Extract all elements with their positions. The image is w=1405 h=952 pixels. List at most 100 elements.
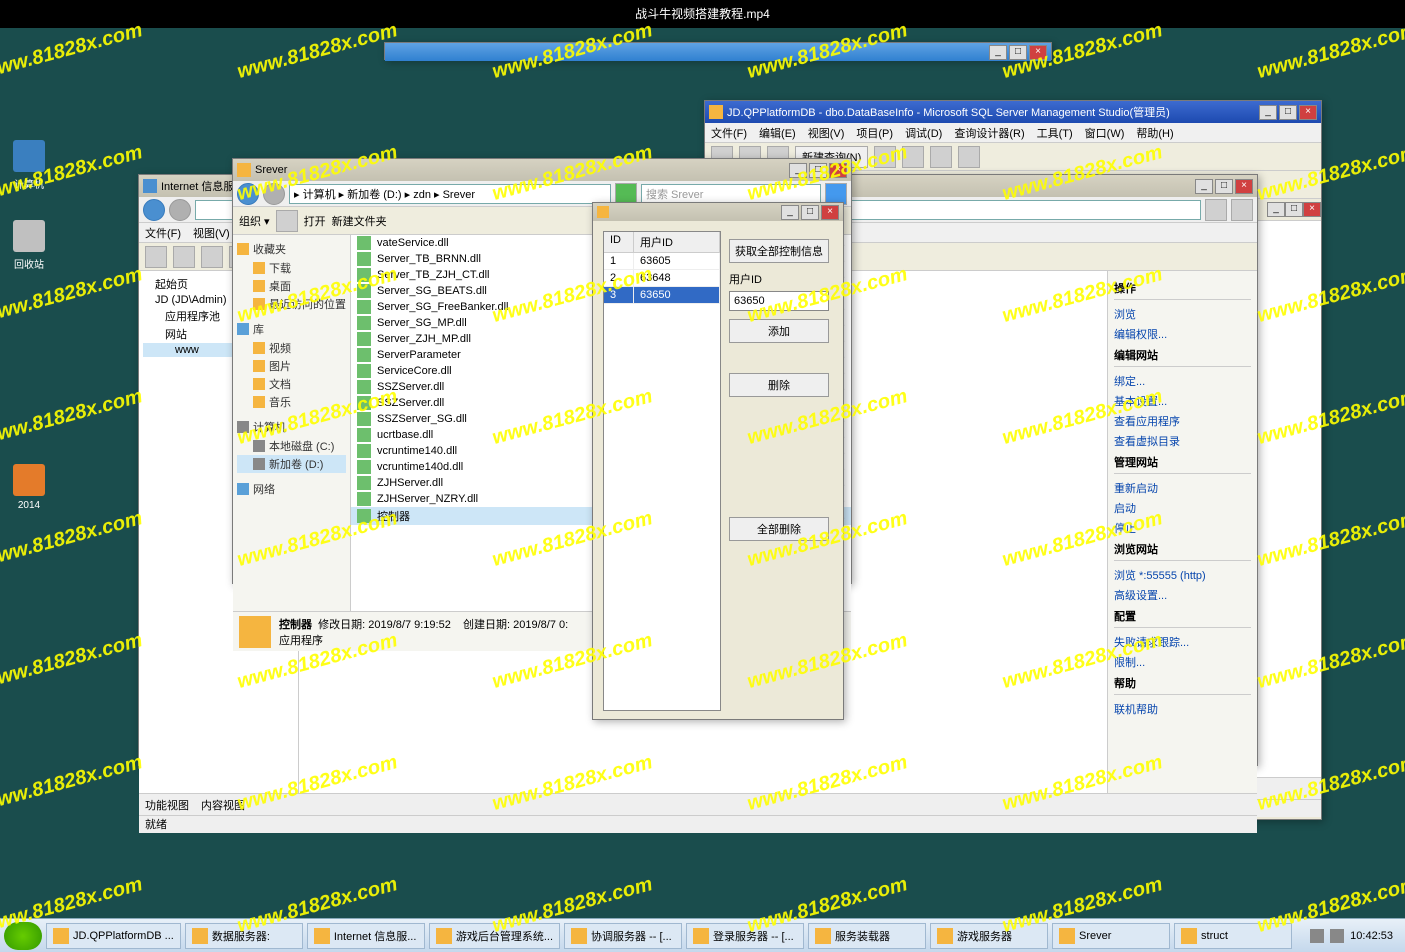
explorer-titlebar[interactable]: Srever _ □ × [233,159,851,181]
menu-view[interactable]: 视图(V) [808,125,845,141]
nav-recent[interactable]: 最近访问的位置 [237,295,346,313]
menu-debug[interactable]: 调试(D) [905,125,942,141]
tab-content-view[interactable]: 内容视图 [201,797,245,813]
grid-row[interactable]: 263648 [604,270,720,287]
start-button[interactable] [4,922,42,950]
taskbar[interactable]: JD.QPPlatformDB ...数据服务器:Internet 信息服...… [0,918,1405,952]
action-restart[interactable]: 重新启动 [1114,478,1251,498]
doc-close[interactable]: × [1303,202,1321,217]
tool-button[interactable] [874,146,896,168]
minimize-button[interactable]: _ [789,163,807,178]
controller-dialog[interactable]: _ □ × ID 用户ID 163605 263648 363650 获取全部控… [592,202,844,720]
nav-drive-d[interactable]: 新加卷 (D:) [237,455,346,473]
menu-tools[interactable]: 工具(T) [1037,125,1073,141]
system-tray[interactable]: 10:42:53 [1310,929,1401,943]
breadcrumb[interactable]: ▸ 计算机 ▸ 新加卷 (D:) ▸ zdn ▸ Srever [289,184,611,204]
close-button[interactable]: × [1029,45,1047,60]
action-failedreq[interactable]: 失败请求跟踪... [1114,632,1251,652]
menu-file[interactable]: 文件(F) [145,225,181,241]
taskbar-item[interactable]: Srever [1052,923,1170,949]
stop-button[interactable] [1231,199,1253,221]
organize-button[interactable]: 组织 ▾ [239,213,270,229]
clock[interactable]: 10:42:53 [1350,930,1393,942]
taskbar-item[interactable]: 登录服务器 -- [... [686,923,804,949]
iis-view-tabs[interactable]: 功能视图 内容视图 [139,793,1257,815]
nav-music[interactable]: 音乐 [237,393,346,411]
menu-project[interactable]: 项目(P) [856,125,893,141]
nav-videos[interactable]: 视频 [237,339,346,357]
grid-header-userid[interactable]: 用户ID [634,232,720,252]
tool-button[interactable] [145,246,167,268]
taskbar-item[interactable]: 数据服务器: [185,923,303,949]
close-button[interactable]: × [1299,105,1317,120]
menu-view[interactable]: 视图(V) [193,225,230,241]
menu-edit[interactable]: 编辑(E) [759,125,796,141]
taskbar-item[interactable]: JD.QPPlatformDB ... [46,923,181,949]
action-start[interactable]: 启动 [1114,498,1251,518]
minimize-button[interactable]: _ [1195,179,1213,194]
maximize-button[interactable]: □ [809,163,827,178]
action-basic-settings[interactable]: 基本设置... [1114,391,1251,411]
tray-icon[interactable] [1310,929,1324,943]
minimize-button[interactable]: _ [781,205,799,220]
nav-documents[interactable]: 文档 [237,375,346,393]
close-button[interactable]: × [829,163,847,178]
nav-libraries[interactable]: 库 [253,321,264,337]
id-grid[interactable]: ID 用户ID 163605 263648 363650 [603,231,721,711]
nav-favorites[interactable]: 收藏夹 [253,241,286,257]
maximize-button[interactable]: □ [1279,105,1297,120]
delete-button[interactable]: 删除 [729,373,829,397]
search-input[interactable]: 搜索 Srever [641,184,821,204]
nav-desktop[interactable]: 桌面 [237,277,346,295]
back-button[interactable] [143,199,165,221]
action-view-apps[interactable]: 查看应用程序 [1114,411,1251,431]
nav-computer[interactable]: 计算机 [253,419,286,435]
action-bindings[interactable]: 绑定... [1114,371,1251,391]
grid-row[interactable]: 163605 [604,253,720,270]
menu-file[interactable]: 文件(F) [711,125,747,141]
action-browse-site[interactable]: 浏览 *:55555 (http) [1114,565,1251,585]
action-limits[interactable]: 限制... [1114,652,1251,672]
nav-pictures[interactable]: 图片 [237,357,346,375]
tool-button[interactable] [958,146,980,168]
action-view-vdirs[interactable]: 查看虚拟目录 [1114,431,1251,451]
tool-button[interactable] [930,146,952,168]
open-button[interactable]: 打开 [304,213,326,229]
action-advanced[interactable]: 高级设置... [1114,585,1251,605]
add-button[interactable]: 添加 [729,319,829,343]
desktop-icon-recycle[interactable]: 回收站 [4,220,54,271]
taskbar-item[interactable]: 游戏后台管理系统... [429,923,560,949]
userid-input[interactable] [729,291,829,311]
desktop-icon-computer[interactable]: 计算机 [4,140,54,191]
explorer-nav-pane[interactable]: 收藏夹 下载 桌面 最近访问的位置 库 视频 图片 文档 音乐 计算机 本地磁盘… [233,235,351,611]
taskbar-item[interactable]: 服务装载器 [808,923,926,949]
desktop-icon-2014[interactable]: 2014 [4,464,54,511]
maximize-button[interactable]: □ [1009,45,1027,60]
fetch-all-button[interactable]: 获取全部控制信息 [729,239,829,263]
ssms-menubar[interactable]: 文件(F) 编辑(E) 视图(V) 项目(P) 调试(D) 查询设计器(R) 工… [705,123,1321,143]
grid-row-selected[interactable]: 363650 [604,287,720,304]
maximize-button[interactable]: □ [1215,179,1233,194]
action-browse[interactable]: 浏览 [1114,304,1251,324]
nav-drive-c[interactable]: 本地磁盘 (C:) [237,437,346,455]
new-folder-button[interactable]: 新建文件夹 [332,213,387,229]
tool-button[interactable] [276,210,298,232]
ssms-titlebar[interactable]: JD.QPPlatformDB - dbo.DataBaseInfo - Mic… [705,101,1321,123]
tool-button[interactable] [902,146,924,168]
delete-all-button[interactable]: 全部删除 [729,517,829,541]
grid-header-id[interactable]: ID [604,232,634,252]
menu-window[interactable]: 窗口(W) [1085,125,1125,141]
close-button[interactable]: × [1235,179,1253,194]
taskbar-item[interactable]: 协调服务器 -- [... [564,923,682,949]
taskbar-item[interactable]: 游戏服务器 [930,923,1048,949]
nav-network[interactable]: 网络 [253,481,275,497]
back-button[interactable] [237,183,259,205]
refresh-button[interactable] [1205,199,1227,221]
minimize-button[interactable]: _ [1259,105,1277,120]
tool-button[interactable] [173,246,195,268]
close-button[interactable]: × [821,205,839,220]
forward-button[interactable] [169,199,191,221]
maximize-button[interactable]: □ [801,205,819,220]
tool-button[interactable] [201,246,223,268]
dialog-titlebar[interactable]: _ □ × [593,203,843,221]
